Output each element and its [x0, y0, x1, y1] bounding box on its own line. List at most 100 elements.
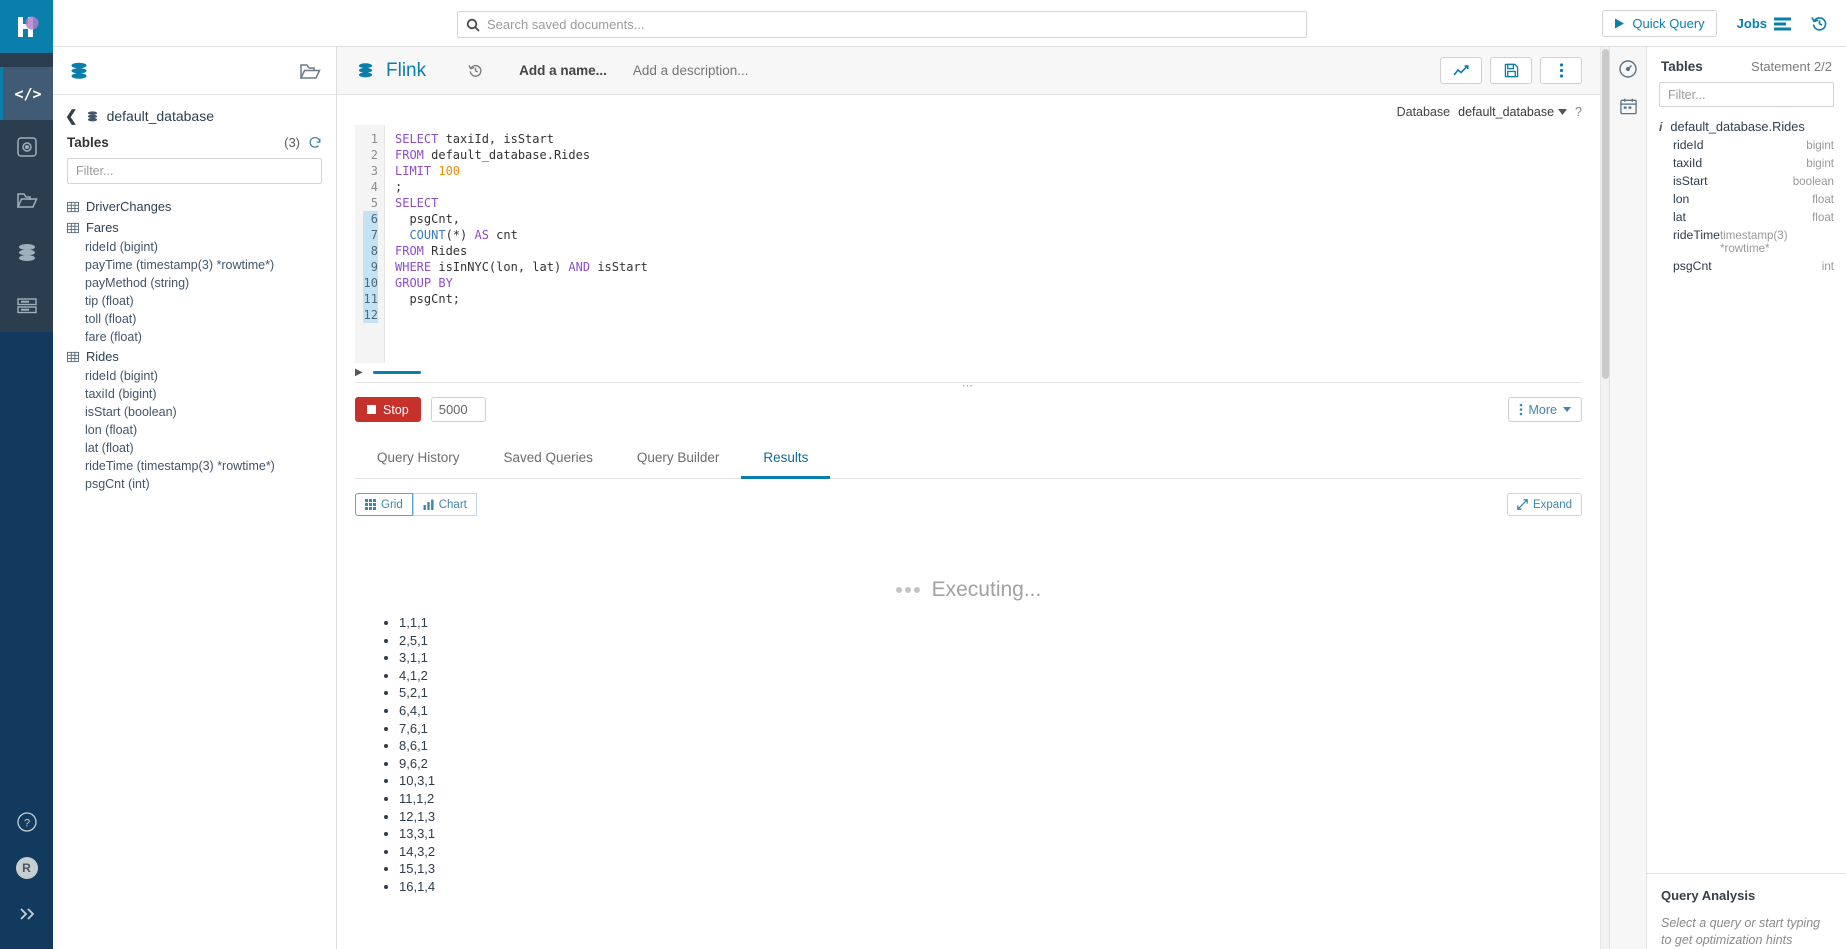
tab-results[interactable]: Results: [741, 440, 831, 479]
database-value[interactable]: default_database: [1458, 105, 1568, 119]
schema-column[interactable]: rideTime timestamp(3) *rowtime*: [1647, 226, 1846, 257]
editor-history-button[interactable]: [468, 63, 483, 78]
row-limit-input[interactable]: [430, 397, 486, 422]
code-line[interactable]: psgCnt;: [395, 291, 1582, 307]
breadcrumb-database[interactable]: default_database: [107, 108, 214, 124]
expand-arrows-icon: [1517, 499, 1528, 510]
user-avatar[interactable]: R: [0, 845, 53, 891]
list-item: 10,3,1: [399, 772, 1600, 790]
assist-table-fares[interactable]: Fares: [53, 217, 336, 238]
document-name-field[interactable]: Add a name...: [519, 63, 607, 78]
code-line[interactable]: LIMIT 100: [395, 163, 1582, 179]
sql-editor[interactable]: 1 2 3 4 5 6 7 8 9 10 11 12 SELECT taxiId, isStart FR…: [355, 125, 1582, 363]
assist-filter-input[interactable]: [76, 164, 313, 178]
assist-column[interactable]: taxiId (bigint): [53, 385, 336, 403]
jobs-button[interactable]: Jobs: [1737, 16, 1791, 31]
assist-table-label: DriverChanges: [86, 199, 172, 214]
scrollbar-thumb[interactable]: [1602, 49, 1609, 379]
code-line[interactable]: WHERE isInNYC(lon, lat) AND isStart: [395, 259, 1582, 275]
expand-sidebar-icon[interactable]: [0, 891, 53, 937]
rail-bottom-nav: ? R: [0, 799, 53, 949]
document-description-field[interactable]: Add a description...: [633, 63, 749, 78]
assist-column[interactable]: lon (float): [53, 421, 336, 439]
assist-filter[interactable]: [67, 158, 322, 184]
tab-query-history[interactable]: Query History: [355, 440, 482, 479]
right-panel-table[interactable]: i default_database.Rides: [1647, 117, 1846, 136]
code-line[interactable]: FROM default_database.Rides: [395, 147, 1582, 163]
assist-column[interactable]: payTime (timestamp(3) *rowtime*): [53, 256, 336, 274]
global-search[interactable]: [457, 11, 1307, 38]
sidebar-item-tables[interactable]: [0, 226, 53, 279]
schema-column[interactable]: psgCnt int: [1647, 257, 1846, 275]
schema-column[interactable]: lat float: [1647, 208, 1846, 226]
right-panel-filter[interactable]: [1659, 82, 1834, 107]
code-line[interactable]: COUNT(*) AS cnt: [395, 227, 1582, 243]
question-mark-icon[interactable]: ?: [1575, 105, 1582, 119]
right-panel-filter-input[interactable]: [1668, 87, 1825, 102]
chart-toggle-button[interactable]: [1440, 57, 1482, 84]
stop-button[interactable]: Stop: [355, 397, 421, 422]
code-line[interactable]: SELECT taxiId, isStart: [395, 131, 1582, 147]
assist-column[interactable]: isStart (boolean): [53, 403, 336, 421]
quick-query-button[interactable]: Quick Query: [1602, 10, 1717, 37]
code-line[interactable]: FROM Rides: [395, 243, 1582, 259]
assist-table-rides[interactable]: Rides: [53, 346, 336, 367]
run-statement-icon[interactable]: ▶: [355, 367, 363, 378]
chart-label: Chart: [438, 498, 467, 511]
more-button[interactable]: More: [1507, 397, 1582, 422]
sidebar-item-editor[interactable]: </>: [0, 67, 53, 120]
sidebar-item-jobs[interactable]: [0, 279, 53, 332]
assist-column[interactable]: lat (float): [53, 439, 336, 457]
help-icon[interactable]: ?: [0, 799, 53, 845]
assist-column[interactable]: fare (float): [53, 328, 336, 346]
assist-column[interactable]: toll (float): [53, 310, 336, 328]
refresh-icon[interactable]: [308, 136, 322, 150]
code-line[interactable]: psgCnt,: [395, 211, 1582, 227]
list-item: 9,6,2: [399, 755, 1600, 773]
query-analysis-icon[interactable]: [1618, 59, 1638, 79]
schema-column-type: int: [1821, 260, 1834, 273]
chart-view-button[interactable]: Chart: [412, 493, 477, 516]
hue-logo[interactable]: [0, 0, 53, 53]
expand-results-button[interactable]: Expand: [1506, 493, 1582, 516]
open-folder-icon[interactable]: [298, 60, 322, 82]
assist-column[interactable]: payMethod (string): [53, 274, 336, 292]
list-item: 7,6,1: [399, 720, 1600, 738]
schedule-icon[interactable]: [1619, 97, 1638, 116]
list-item: 11,1,2: [399, 790, 1600, 808]
history-button[interactable]: [1811, 15, 1828, 32]
tables-count: (3): [284, 135, 300, 150]
save-button[interactable]: [1490, 57, 1532, 84]
assist-column[interactable]: tip (float): [53, 292, 336, 310]
stop-square-icon: [367, 405, 376, 414]
assist-column[interactable]: rideId (bigint): [53, 367, 336, 385]
database-icon[interactable]: [67, 59, 91, 83]
editor-scrollbar[interactable]: [1600, 47, 1609, 949]
search-input[interactable]: [487, 17, 1298, 32]
sidebar-item-browser[interactable]: [0, 173, 53, 226]
sidebar-item-dashboard[interactable]: [0, 120, 53, 173]
schema-column[interactable]: lon float: [1647, 190, 1846, 208]
table-icon: [67, 351, 79, 362]
more-options-button[interactable]: [1540, 57, 1582, 84]
assist-column[interactable]: rideId (bigint): [53, 238, 336, 256]
schema-column[interactable]: taxiId bigint: [1647, 154, 1846, 172]
assist-table-driverchanges[interactable]: DriverChanges: [53, 196, 336, 217]
tab-query-builder[interactable]: Query Builder: [615, 440, 742, 479]
assist-column[interactable]: rideTime (timestamp(3) *rowtime*): [53, 457, 336, 475]
code-area[interactable]: 1 2 3 4 5 6 7 8 9 10 11 12 SELECT taxiId, isStart FR…: [355, 125, 1582, 363]
back-chevron-icon[interactable]: ❮: [65, 107, 78, 125]
database-value-text: default_database: [1458, 105, 1555, 119]
assist-column[interactable]: psgCnt (int): [53, 475, 336, 493]
code-line[interactable]: ;: [395, 179, 1582, 195]
schema-column[interactable]: rideId bigint: [1647, 136, 1846, 154]
code-line[interactable]: SELECT: [395, 195, 1582, 211]
info-icon[interactable]: i: [1659, 120, 1662, 134]
code-lines[interactable]: SELECT taxiId, isStart FROM default_datab…: [385, 125, 1582, 363]
caret-down-icon: [1563, 407, 1571, 412]
grid-view-button[interactable]: Grid: [355, 493, 413, 516]
editor-resize-handle[interactable]: ⋯: [962, 379, 975, 392]
tab-saved-queries[interactable]: Saved Queries: [482, 440, 615, 479]
code-line[interactable]: GROUP BY: [395, 275, 1582, 291]
schema-column[interactable]: isStart boolean: [1647, 172, 1846, 190]
